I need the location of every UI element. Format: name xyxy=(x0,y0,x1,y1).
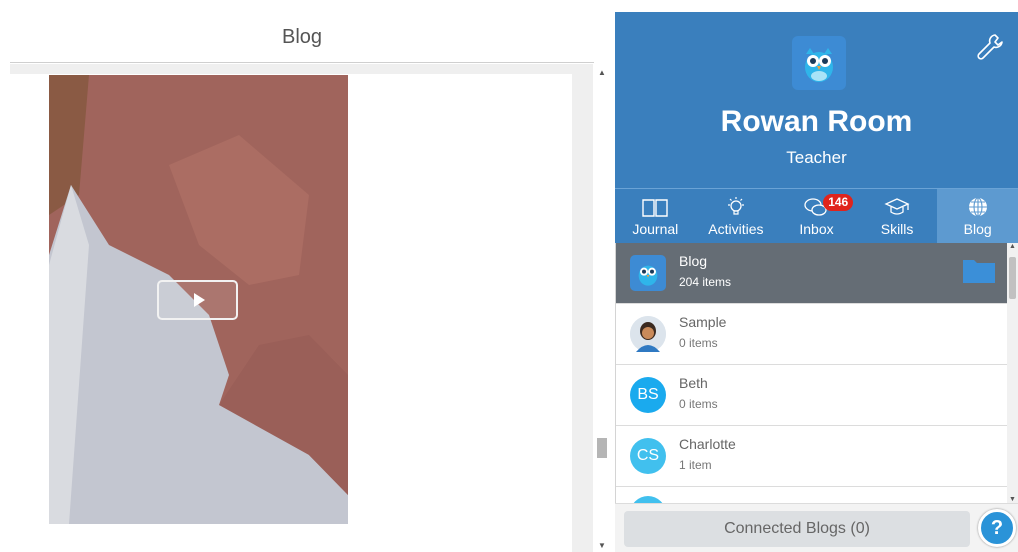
initials-avatar xyxy=(630,496,666,503)
blog-pane-title: Blog xyxy=(281,25,323,48)
room-panel: Rowan Room Teacher Journal Activities 14… xyxy=(615,12,1018,552)
list-item-count: 0 items xyxy=(679,336,718,350)
scrollbar-thumb[interactable] xyxy=(597,438,607,458)
panel-footer: Connected Blogs (0) ? xyxy=(615,503,1018,552)
list-item-partial[interactable] xyxy=(616,487,1007,503)
folder-icon[interactable] xyxy=(962,256,996,289)
blog-pane: Blog ▲ ▼ xyxy=(0,0,614,552)
tab-label: Blog xyxy=(963,221,992,237)
scroll-up-arrow-icon[interactable]: ▲ xyxy=(1009,243,1016,250)
list-item-name: Blog xyxy=(679,253,708,269)
tab-journal[interactable]: Journal xyxy=(615,189,696,243)
initials-avatar: CS xyxy=(630,438,666,474)
help-button[interactable]: ? xyxy=(978,509,1016,547)
list-scrollbar[interactable]: ▲ ▼ xyxy=(1007,243,1018,503)
question-mark-icon: ? xyxy=(990,516,1004,539)
scroll-down-arrow-icon[interactable]: ▼ xyxy=(1009,496,1016,503)
list-item-name: Charlotte xyxy=(679,436,736,452)
initials-avatar: BS xyxy=(630,377,666,413)
scroll-up-arrow-icon[interactable]: ▲ xyxy=(598,68,606,77)
play-icon xyxy=(193,293,205,307)
blog-pane-scrollbar[interactable]: ▲ ▼ xyxy=(593,64,611,552)
tab-label: Skills xyxy=(880,221,914,237)
inbox-count-badge: 146 xyxy=(823,194,854,211)
list-item-blog[interactable]: Blog 204 items xyxy=(616,243,1007,304)
tab-inbox[interactable]: 146 Inbox xyxy=(776,189,857,243)
room-owl-avatar xyxy=(792,36,846,90)
blog-list: Blog 204 items Sample 0 items BS Beth 0 … xyxy=(615,243,1007,503)
room-name: Rowan Room xyxy=(720,105,913,138)
settings-wrench-icon[interactable] xyxy=(975,32,1005,62)
tab-label: Activities xyxy=(708,221,764,237)
list-item-count: 0 items xyxy=(679,397,718,411)
person-avatar xyxy=(630,316,666,352)
globe-icon xyxy=(968,197,987,217)
list-item-count: 1 item xyxy=(679,458,712,472)
tab-label: Inbox xyxy=(799,221,834,237)
scrollbar-thumb[interactable] xyxy=(1009,257,1016,299)
connected-blogs-button[interactable]: Connected Blogs (0) xyxy=(624,511,970,547)
tab-blog[interactable]: Blog xyxy=(937,189,1018,243)
list-item-name: Sample xyxy=(679,314,727,330)
tab-skills[interactable]: Skills xyxy=(857,189,938,243)
room-role: Teacher xyxy=(786,148,847,167)
list-item-name: Beth xyxy=(679,375,708,391)
lightbulb-icon xyxy=(727,197,744,215)
video-play-button[interactable] xyxy=(157,280,238,320)
app-root: Blog ▲ ▼ Rowan Room Teacher Journal Acti… xyxy=(0,0,1018,552)
list-item-sample[interactable]: Sample 0 items xyxy=(616,304,1007,365)
blog-pane-header: Blog xyxy=(10,12,594,63)
room-header: Rowan Room Teacher xyxy=(615,12,1018,188)
owl-icon xyxy=(805,48,833,82)
panel-tabs: Journal Activities 146 Inbox Skills Blog xyxy=(615,188,1018,243)
book-icon xyxy=(642,199,668,217)
scroll-down-arrow-icon[interactable]: ▼ xyxy=(598,541,606,550)
tab-activities[interactable]: Activities xyxy=(696,189,777,243)
list-item-count: 204 items xyxy=(679,275,732,289)
list-item-beth[interactable]: BS Beth 0 items xyxy=(616,365,1007,426)
list-item-charlotte[interactable]: CS Charlotte 1 item xyxy=(616,426,1007,487)
graduation-cap-icon xyxy=(884,198,910,215)
tab-label: Journal xyxy=(632,221,679,237)
owl-icon xyxy=(630,255,666,291)
